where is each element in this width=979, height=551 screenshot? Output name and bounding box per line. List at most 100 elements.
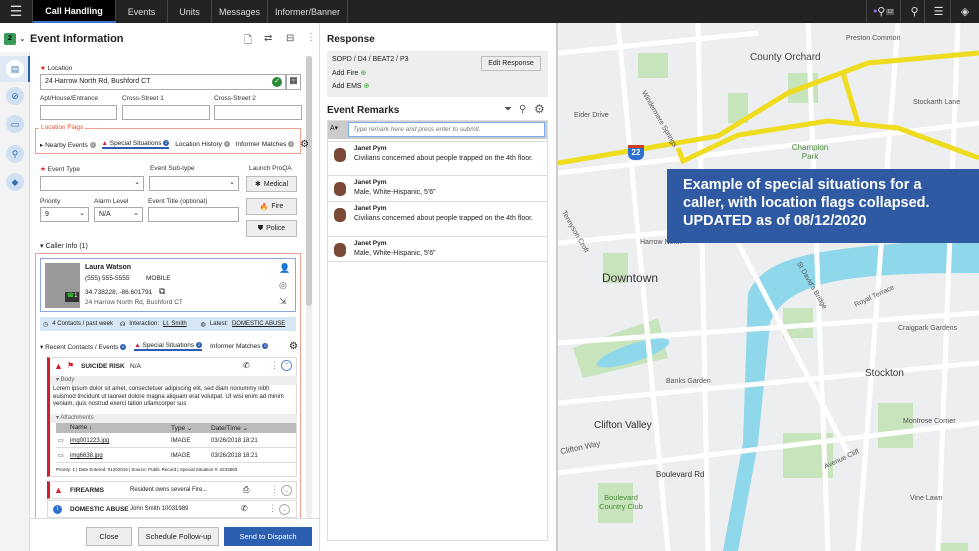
event-title-label: Event Title (optional)	[148, 198, 208, 205]
cross-street-2-input[interactable]	[214, 105, 302, 120]
tab-call-handling[interactable]: Call Handling	[33, 0, 116, 23]
body-toggle[interactable]: ▾ Body	[50, 376, 297, 385]
tab-informer-banner[interactable]: Informer/Banner	[268, 0, 348, 23]
location-input[interactable]: 24 Harrow North Rd, Bushford CT	[40, 74, 286, 90]
search-queue-button[interactable]: ● ⚲ 12	[866, 0, 900, 23]
priority-select[interactable]: 9 ⌄	[40, 207, 89, 222]
settings-gear-icon[interactable]: ⚙	[300, 139, 309, 150]
map-locate-icon[interactable]: ▦	[286, 74, 301, 90]
fax-icon[interactable]: ⎙	[243, 485, 249, 495]
attachment-link[interactable]: img6638.jpg	[70, 453, 103, 459]
edit-caller-icon[interactable]: 👤	[279, 263, 290, 274]
event-subtype-select[interactable]: ⌄	[149, 176, 239, 191]
close-button[interactable]: Close	[86, 527, 132, 546]
list-item: Janet Pym Civilians concerned about peopl…	[328, 141, 547, 175]
more-options-icon[interactable]: ⋮	[306, 32, 316, 43]
phone-line-icon: ☎1	[65, 292, 79, 302]
fire-button[interactable]: 🔥 Fire	[246, 198, 297, 215]
map-layers-icon[interactable]: ◈	[950, 0, 979, 23]
column-name[interactable]: Name ↓	[70, 424, 92, 431]
special-situation-card[interactable]: i DOMESTIC ABUSE John Smith 10031989 ✆ ⋮…	[47, 500, 297, 518]
medical-button[interactable]: ✱ Medical	[246, 176, 297, 192]
settings-gear-icon[interactable]: ⚙	[289, 341, 298, 352]
add-ems-button[interactable]: Add EMS ⊕	[332, 82, 369, 90]
event-type-select[interactable]: ⌄	[40, 176, 144, 191]
attachment-icon[interactable]: ⊘	[6, 87, 24, 105]
flag-nearby-events[interactable]: ▸ Nearby Events 0	[40, 141, 96, 149]
edit-response-button[interactable]: Edit Response	[481, 56, 541, 71]
caller-info-toggle[interactable]: ▾ Caller Info (1)	[40, 242, 88, 250]
map-transfer-icon[interactable]: ⇲	[279, 296, 287, 307]
scrollbar[interactable]	[306, 56, 312, 526]
collapse-icon[interactable]: ⌃	[281, 360, 292, 371]
avatar	[334, 148, 346, 162]
map[interactable]: 22 Preston Common County Orchard Stockar…	[558, 23, 979, 551]
event-subtype-label: Event Sub-type	[150, 165, 195, 172]
settings-gear-icon[interactable]: ⚙	[534, 102, 545, 116]
chevron-down-icon[interactable]: ⌄	[19, 34, 26, 43]
alarm-level-select[interactable]: N/A ⌄	[94, 207, 143, 222]
map-label: Eider Drive	[574, 112, 609, 119]
search-icon[interactable]: ⚲	[519, 104, 526, 115]
locate-caller-icon[interactable]: ◎	[279, 280, 287, 291]
caller-tabs: ▾ Recent Contacts / Events 0 ▲ Special S…	[40, 341, 298, 352]
caller-card: ☎1 Laura Watson (555) 555-5555 MOBILE 34…	[40, 258, 296, 312]
table-row[interactable]: ▭ img001223.jpg IMAGE 03/26/2018 18:21	[56, 434, 296, 448]
new-document-icon[interactable]: 🗋	[244, 33, 252, 50]
event-count-badge[interactable]: 2	[4, 33, 16, 45]
special-situation-card[interactable]: ▲ FIREARMS Resident owns several Fire...…	[47, 481, 297, 499]
more-options-icon[interactable]: ⋮	[270, 484, 279, 495]
notes-icon[interactable]: ▭	[6, 115, 24, 133]
send-to-dispatch-button[interactable]: Send to Dispatch	[224, 527, 312, 546]
split-icon[interactable]: ⊟	[286, 33, 294, 44]
remark-input[interactable]	[348, 122, 545, 137]
more-options-icon[interactable]: ⋮	[270, 360, 279, 371]
format-icon[interactable]: A▾	[330, 124, 338, 132]
tab-recent-contacts[interactable]: ▾ Recent Contacts / Events 0	[40, 343, 127, 351]
left-sidebar: ▤ ⊘ ▭ ⚲ ◆	[0, 52, 30, 551]
tab-units[interactable]: Units	[168, 0, 212, 23]
police-button[interactable]: ⛊ Police	[246, 220, 297, 237]
map-label: Craigpark Gardens	[898, 325, 958, 332]
event-title-input[interactable]	[148, 207, 239, 222]
latest-link[interactable]: DOMESTIC ABUSE	[232, 321, 285, 327]
clock-icon: ◷	[43, 321, 49, 328]
avatar	[334, 182, 346, 196]
table-row[interactable]: ▭ img6638.jpg IMAGE 03/26/2018 18:21	[56, 449, 296, 463]
expand-icon[interactable]: ⌄	[279, 504, 290, 515]
tab-messages[interactable]: Messages	[212, 0, 268, 23]
phone-icon[interactable]: ✆	[241, 504, 248, 513]
flag-informer-matches[interactable]: Informer Matches 0	[236, 141, 295, 148]
column-date[interactable]: Date/Time ⌄	[211, 424, 248, 432]
schedule-follow-up-button[interactable]: Schedule Follow-up	[138, 527, 219, 546]
tab-informer-matches[interactable]: Informer Matches 0	[210, 343, 269, 350]
event-form-icon[interactable]: ▤	[6, 60, 24, 78]
attachment-link[interactable]: img001223.jpg	[70, 438, 109, 444]
filter-icon[interactable]: ⏷	[504, 104, 512, 115]
situation-title: FIREARMS	[70, 487, 104, 494]
map-label: Boulevard Country Club	[599, 493, 643, 511]
add-icon: ⊕	[363, 83, 370, 90]
search-icon[interactable]: ⚲	[6, 145, 24, 163]
flag-location-history[interactable]: Location History 0	[175, 141, 230, 148]
transfer-icon[interactable]: ⇄	[264, 33, 272, 44]
expand-icon[interactable]: ⌄	[281, 485, 292, 496]
copy-icon[interactable]: ⧉	[159, 286, 165, 297]
event-remarks-title: Event Remarks	[327, 105, 400, 116]
hamburger-menu-icon[interactable]: ☰	[0, 0, 33, 23]
phone-icon[interactable]: ✆	[243, 361, 250, 370]
add-fire-button[interactable]: Add Fire ⊕	[332, 69, 366, 77]
attachments-toggle[interactable]: ▾ Attachments	[50, 414, 297, 423]
column-type[interactable]: Type ⌄	[171, 424, 192, 432]
alerts-list-icon[interactable]: ☰	[924, 0, 952, 23]
cross-street-1-input[interactable]	[122, 105, 210, 120]
tab-events[interactable]: Events	[116, 0, 168, 23]
flag-special-situations[interactable]: ▲ Special Situations 2	[101, 140, 170, 149]
response-box: SOPD / D4 / BEAT2 / P3 Add Fire ⊕ Add EM…	[327, 51, 548, 97]
tab-special-situations[interactable]: ▲ Special Situations 2	[134, 342, 202, 351]
interaction-link[interactable]: Lt. Smith	[163, 321, 187, 327]
tag-icon[interactable]: ◆	[6, 173, 24, 191]
fire-icon: 🔥	[259, 203, 269, 211]
more-options-icon[interactable]: ⋮	[268, 503, 277, 514]
apt-input[interactable]	[40, 105, 117, 120]
